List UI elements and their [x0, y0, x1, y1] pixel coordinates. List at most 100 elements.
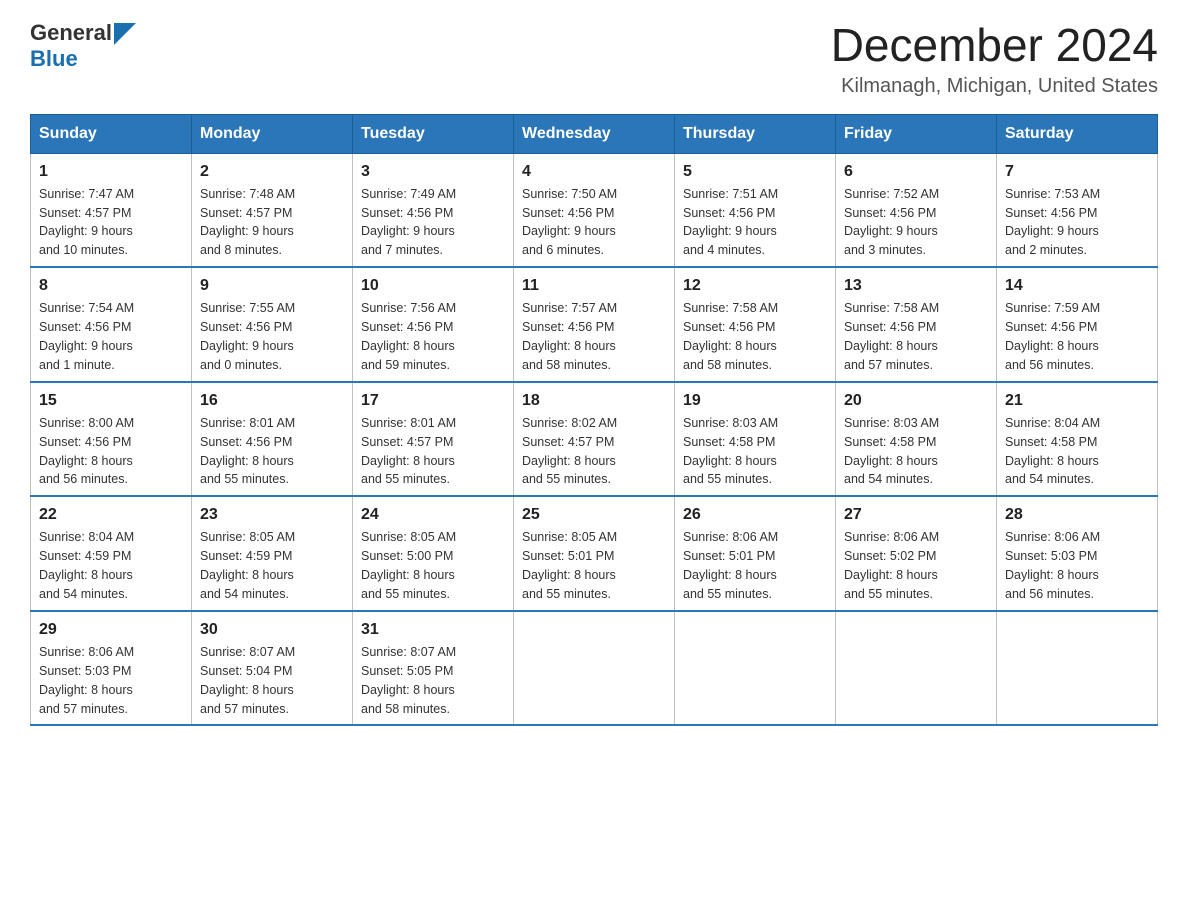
day-info: Sunrise: 8:02 AMSunset: 4:57 PMDaylight:… [522, 416, 617, 487]
table-row: 31 Sunrise: 8:07 AMSunset: 5:05 PMDaylig… [353, 611, 514, 726]
col-friday: Friday [836, 114, 997, 153]
day-info: Sunrise: 8:06 AMSunset: 5:01 PMDaylight:… [683, 530, 778, 601]
day-info: Sunrise: 7:55 AMSunset: 4:56 PMDaylight:… [200, 301, 295, 372]
table-row: 23 Sunrise: 8:05 AMSunset: 4:59 PMDaylig… [192, 496, 353, 611]
col-thursday: Thursday [675, 114, 836, 153]
calendar-week-3: 15 Sunrise: 8:00 AMSunset: 4:56 PMDaylig… [31, 382, 1158, 497]
table-row: 27 Sunrise: 8:06 AMSunset: 5:02 PMDaylig… [836, 496, 997, 611]
day-number: 11 [522, 274, 666, 297]
table-row: 6 Sunrise: 7:52 AMSunset: 4:56 PMDayligh… [836, 153, 997, 267]
day-info: Sunrise: 7:49 AMSunset: 4:56 PMDaylight:… [361, 187, 456, 258]
table-row: 12 Sunrise: 7:58 AMSunset: 4:56 PMDaylig… [675, 267, 836, 382]
calendar-table: Sunday Monday Tuesday Wednesday Thursday… [30, 114, 1158, 727]
day-info: Sunrise: 8:03 AMSunset: 4:58 PMDaylight:… [683, 416, 778, 487]
table-row: 25 Sunrise: 8:05 AMSunset: 5:01 PMDaylig… [514, 496, 675, 611]
day-number: 5 [683, 160, 827, 183]
table-row: 9 Sunrise: 7:55 AMSunset: 4:56 PMDayligh… [192, 267, 353, 382]
table-row: 3 Sunrise: 7:49 AMSunset: 4:56 PMDayligh… [353, 153, 514, 267]
day-info: Sunrise: 7:57 AMSunset: 4:56 PMDaylight:… [522, 301, 617, 372]
col-wednesday: Wednesday [514, 114, 675, 153]
day-number: 15 [39, 389, 183, 412]
table-row: 18 Sunrise: 8:02 AMSunset: 4:57 PMDaylig… [514, 382, 675, 497]
day-info: Sunrise: 7:53 AMSunset: 4:56 PMDaylight:… [1005, 187, 1100, 258]
day-number: 19 [683, 389, 827, 412]
day-number: 18 [522, 389, 666, 412]
day-number: 17 [361, 389, 505, 412]
table-row [514, 611, 675, 726]
table-row: 8 Sunrise: 7:54 AMSunset: 4:56 PMDayligh… [31, 267, 192, 382]
day-number: 27 [844, 503, 988, 526]
day-number: 21 [1005, 389, 1149, 412]
calendar-subtitle: Kilmanagh, Michigan, United States [831, 75, 1158, 98]
table-row: 13 Sunrise: 7:58 AMSunset: 4:56 PMDaylig… [836, 267, 997, 382]
day-info: Sunrise: 7:54 AMSunset: 4:56 PMDaylight:… [39, 301, 134, 372]
day-number: 1 [39, 160, 183, 183]
day-info: Sunrise: 7:52 AMSunset: 4:56 PMDaylight:… [844, 187, 939, 258]
table-row: 2 Sunrise: 7:48 AMSunset: 4:57 PMDayligh… [192, 153, 353, 267]
day-number: 10 [361, 274, 505, 297]
table-row: 5 Sunrise: 7:51 AMSunset: 4:56 PMDayligh… [675, 153, 836, 267]
table-row: 17 Sunrise: 8:01 AMSunset: 4:57 PMDaylig… [353, 382, 514, 497]
table-row: 7 Sunrise: 7:53 AMSunset: 4:56 PMDayligh… [997, 153, 1158, 267]
title-block: December 2024 Kilmanagh, Michigan, Unite… [831, 20, 1158, 98]
day-number: 9 [200, 274, 344, 297]
day-info: Sunrise: 7:59 AMSunset: 4:56 PMDaylight:… [1005, 301, 1100, 372]
day-number: 30 [200, 618, 344, 641]
day-number: 13 [844, 274, 988, 297]
day-number: 2 [200, 160, 344, 183]
day-number: 12 [683, 274, 827, 297]
day-info: Sunrise: 8:06 AMSunset: 5:03 PMDaylight:… [39, 645, 134, 716]
day-number: 23 [200, 503, 344, 526]
table-row: 28 Sunrise: 8:06 AMSunset: 5:03 PMDaylig… [997, 496, 1158, 611]
day-number: 8 [39, 274, 183, 297]
day-number: 22 [39, 503, 183, 526]
col-saturday: Saturday [997, 114, 1158, 153]
day-info: Sunrise: 7:47 AMSunset: 4:57 PMDaylight:… [39, 187, 134, 258]
table-row: 10 Sunrise: 7:56 AMSunset: 4:56 PMDaylig… [353, 267, 514, 382]
day-number: 6 [844, 160, 988, 183]
calendar-week-1: 1 Sunrise: 7:47 AMSunset: 4:57 PMDayligh… [31, 153, 1158, 267]
day-number: 31 [361, 618, 505, 641]
col-tuesday: Tuesday [353, 114, 514, 153]
table-row: 16 Sunrise: 8:01 AMSunset: 4:56 PMDaylig… [192, 382, 353, 497]
logo-triangle-icon [114, 23, 136, 45]
day-info: Sunrise: 7:50 AMSunset: 4:56 PMDaylight:… [522, 187, 617, 258]
day-info: Sunrise: 8:01 AMSunset: 4:56 PMDaylight:… [200, 416, 295, 487]
day-number: 26 [683, 503, 827, 526]
day-info: Sunrise: 8:04 AMSunset: 4:59 PMDaylight:… [39, 530, 134, 601]
day-number: 25 [522, 503, 666, 526]
day-number: 20 [844, 389, 988, 412]
table-row: 22 Sunrise: 8:04 AMSunset: 4:59 PMDaylig… [31, 496, 192, 611]
col-sunday: Sunday [31, 114, 192, 153]
table-row [997, 611, 1158, 726]
table-row: 24 Sunrise: 8:05 AMSunset: 5:00 PMDaylig… [353, 496, 514, 611]
day-number: 4 [522, 160, 666, 183]
table-row: 15 Sunrise: 8:00 AMSunset: 4:56 PMDaylig… [31, 382, 192, 497]
table-row: 1 Sunrise: 7:47 AMSunset: 4:57 PMDayligh… [31, 153, 192, 267]
logo-blue: Blue [30, 46, 78, 72]
table-row [675, 611, 836, 726]
table-row: 20 Sunrise: 8:03 AMSunset: 4:58 PMDaylig… [836, 382, 997, 497]
table-row: 29 Sunrise: 8:06 AMSunset: 5:03 PMDaylig… [31, 611, 192, 726]
day-info: Sunrise: 8:06 AMSunset: 5:03 PMDaylight:… [1005, 530, 1100, 601]
table-row: 14 Sunrise: 7:59 AMSunset: 4:56 PMDaylig… [997, 267, 1158, 382]
table-row: 26 Sunrise: 8:06 AMSunset: 5:01 PMDaylig… [675, 496, 836, 611]
day-number: 16 [200, 389, 344, 412]
col-monday: Monday [192, 114, 353, 153]
table-row [836, 611, 997, 726]
calendar-title: December 2024 [831, 20, 1158, 71]
calendar-week-4: 22 Sunrise: 8:04 AMSunset: 4:59 PMDaylig… [31, 496, 1158, 611]
day-info: Sunrise: 7:56 AMSunset: 4:56 PMDaylight:… [361, 301, 456, 372]
day-info: Sunrise: 8:04 AMSunset: 4:58 PMDaylight:… [1005, 416, 1100, 487]
day-info: Sunrise: 8:05 AMSunset: 5:01 PMDaylight:… [522, 530, 617, 601]
table-row: 11 Sunrise: 7:57 AMSunset: 4:56 PMDaylig… [514, 267, 675, 382]
day-info: Sunrise: 8:07 AMSunset: 5:04 PMDaylight:… [200, 645, 295, 716]
day-info: Sunrise: 8:00 AMSunset: 4:56 PMDaylight:… [39, 416, 134, 487]
day-number: 24 [361, 503, 505, 526]
day-info: Sunrise: 8:01 AMSunset: 4:57 PMDaylight:… [361, 416, 456, 487]
logo-general: General [30, 20, 112, 46]
calendar-week-2: 8 Sunrise: 7:54 AMSunset: 4:56 PMDayligh… [31, 267, 1158, 382]
day-number: 28 [1005, 503, 1149, 526]
day-info: Sunrise: 8:05 AMSunset: 5:00 PMDaylight:… [361, 530, 456, 601]
day-info: Sunrise: 8:05 AMSunset: 4:59 PMDaylight:… [200, 530, 295, 601]
